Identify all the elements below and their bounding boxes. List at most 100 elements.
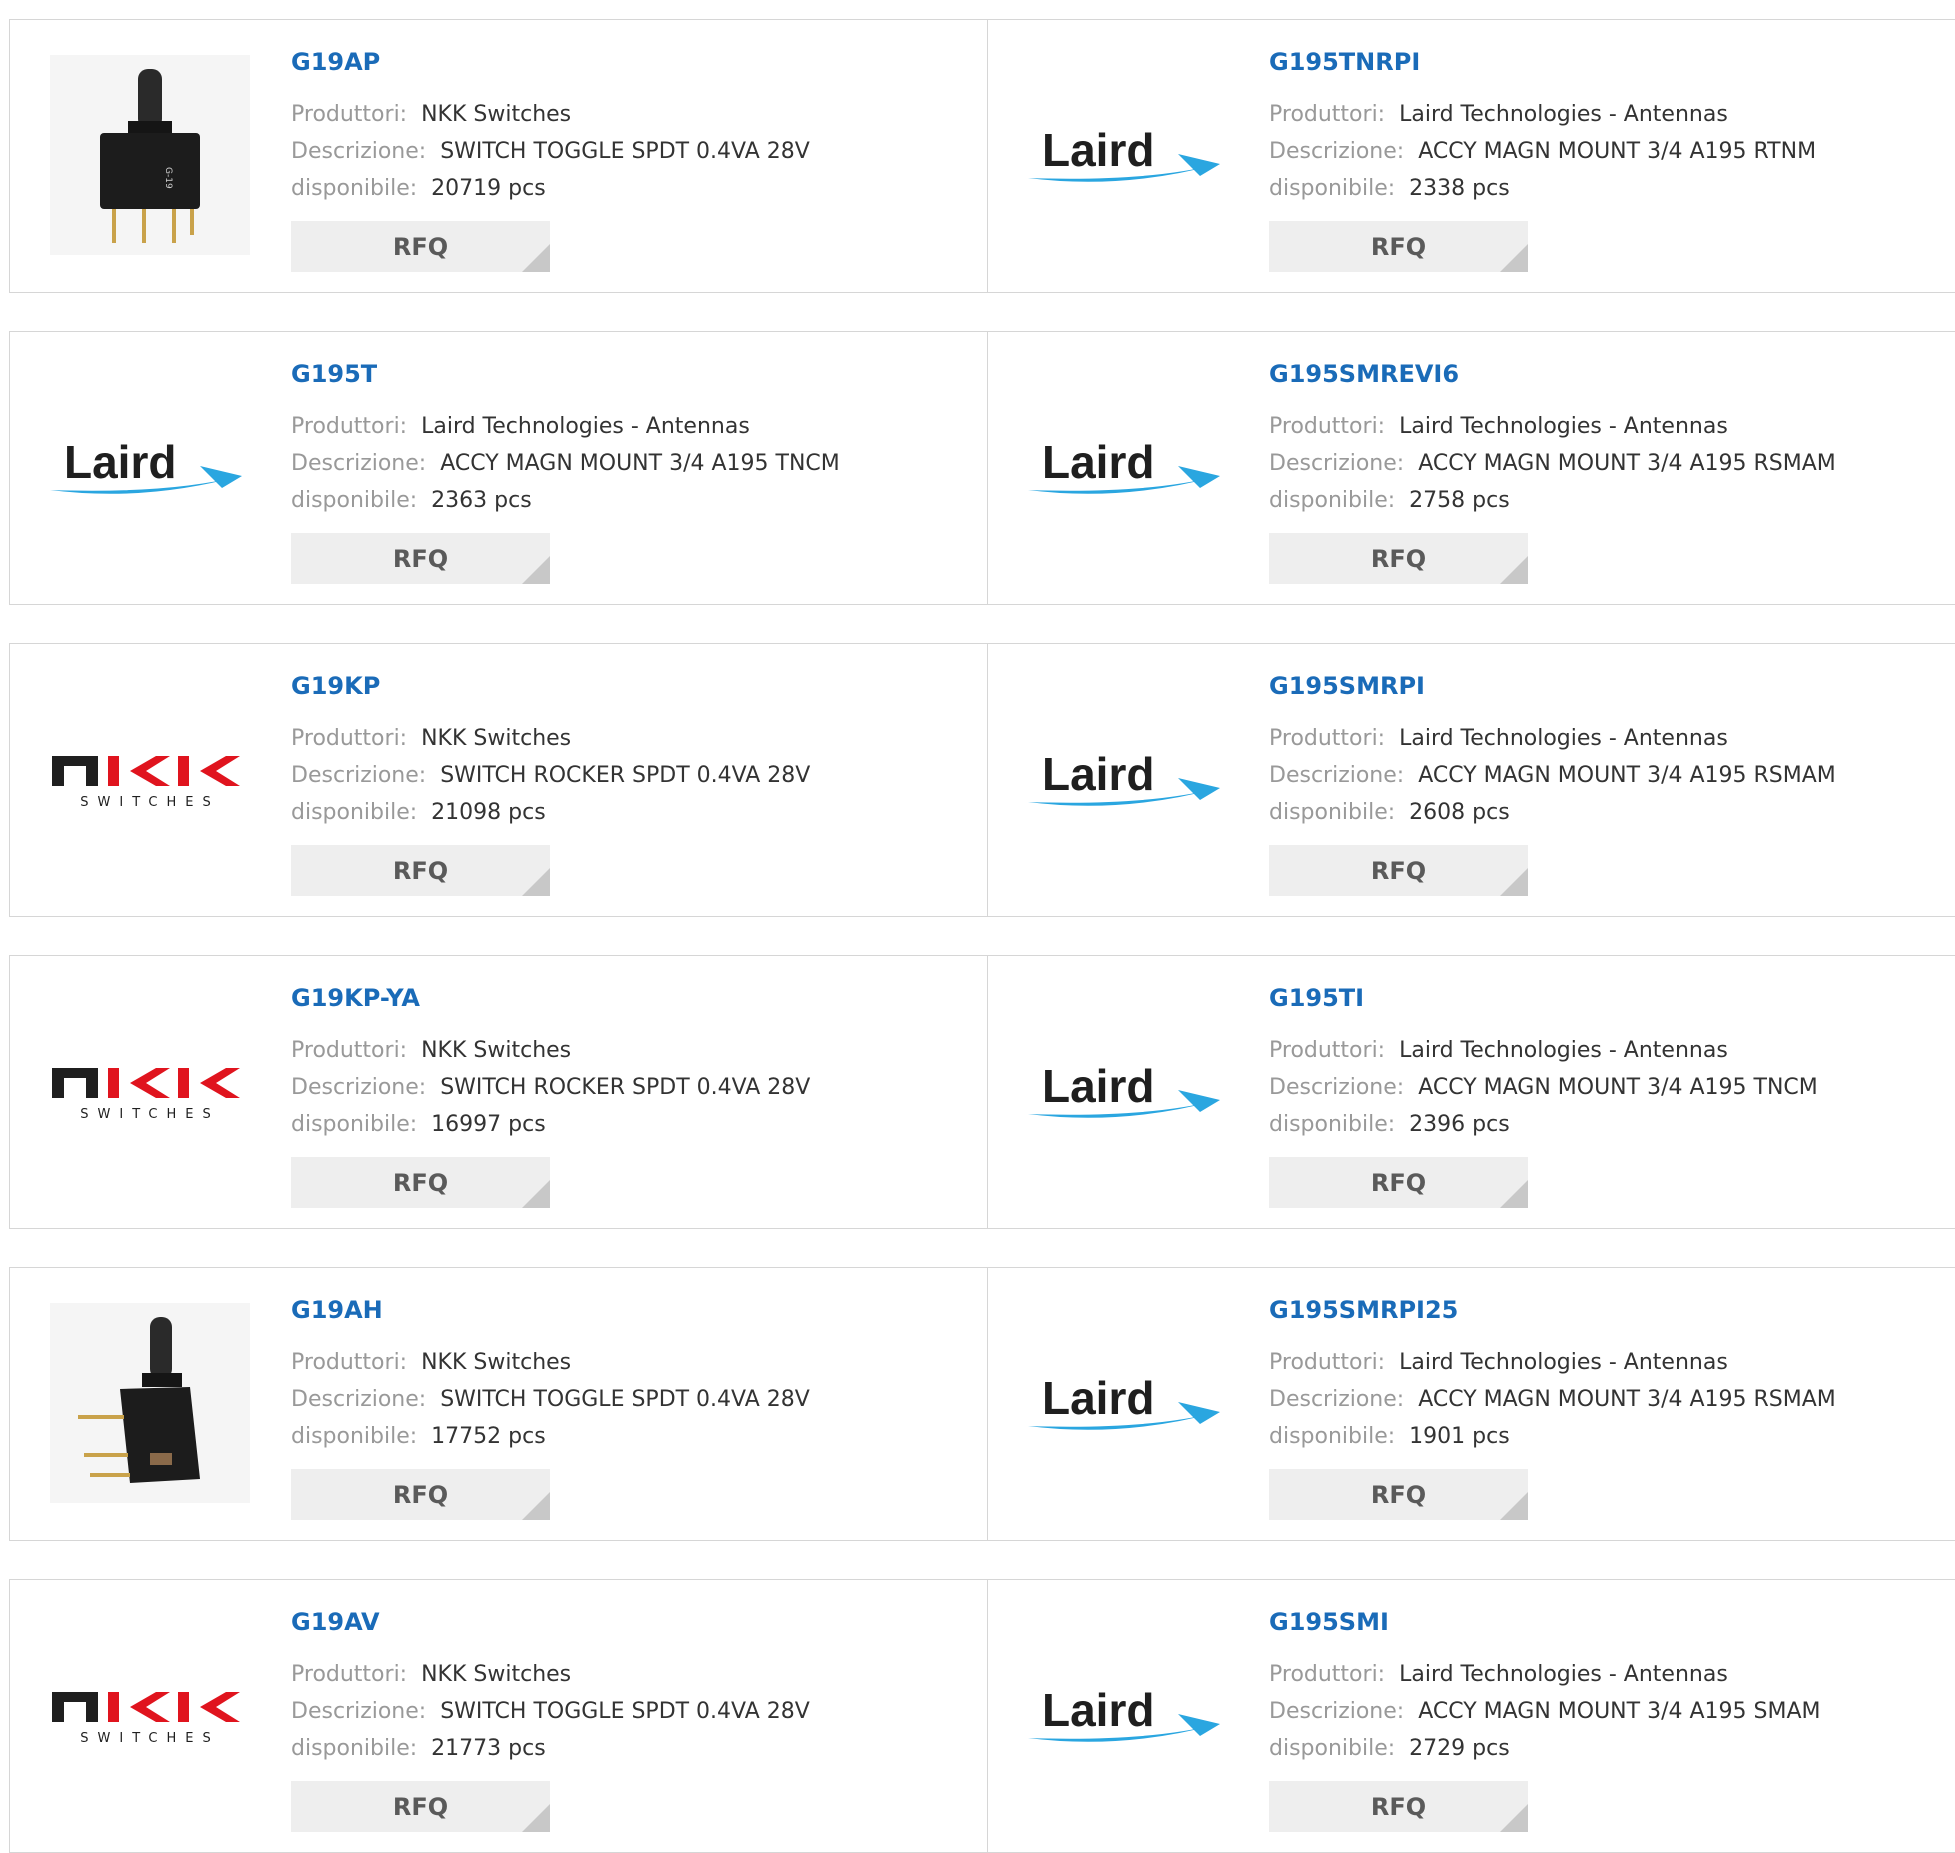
availability-line: disponibile: 2338 pcs: [1269, 176, 1510, 201]
rfq-button[interactable]: RFQ: [291, 533, 550, 584]
rfq-button[interactable]: RFQ: [291, 1469, 550, 1520]
availability-line: disponibile: 17752 pcs: [291, 1424, 546, 1449]
stock-value: 2363 pcs: [431, 488, 532, 513]
rfq-button[interactable]: RFQ: [1269, 1781, 1528, 1832]
corner-decoration-icon: [522, 1492, 550, 1520]
rfq-button[interactable]: RFQ: [1269, 1469, 1528, 1520]
manufacturer-value: Laird Technologies - Antennas: [1399, 414, 1728, 439]
product-card: G-19 G19AP Produttori: NKK Switches Descr…: [10, 20, 988, 292]
part-number-link[interactable]: G195T: [291, 360, 377, 388]
product-row: SWITCHES G19KP Produttori: NKK Switches D…: [9, 643, 1955, 917]
description-label: Descrizione:: [291, 451, 427, 476]
product-thumbnail[interactable]: Laird: [1028, 55, 1228, 255]
stock-value: 2608 pcs: [1409, 800, 1510, 825]
description-line: Descrizione: ACCY MAGN MOUNT 3/4 A195 RSM…: [1269, 1387, 1836, 1412]
part-number-link[interactable]: G195TNRPI: [1269, 48, 1420, 76]
part-number-link[interactable]: G19KP-YA: [291, 984, 420, 1012]
availability-label: disponibile:: [1269, 1736, 1396, 1761]
product-card: SWITCHES G19KP-YA Produttori: NKK Switche…: [10, 956, 988, 1228]
rfq-button[interactable]: RFQ: [291, 221, 550, 272]
manufacturer-line: Produttori: Laird Technologies - Antennas: [1269, 414, 1728, 439]
rfq-button[interactable]: RFQ: [1269, 1157, 1528, 1208]
manufacturer-label: Produttori:: [1269, 102, 1386, 127]
manufacturer-line: Produttori: NKK Switches: [291, 1038, 571, 1063]
product-thumbnail[interactable]: Laird: [1028, 679, 1228, 879]
description-value: SWITCH TOGGLE SPDT 0.4VA 28V: [440, 1387, 810, 1412]
rfq-button[interactable]: RFQ: [1269, 533, 1528, 584]
description-line: Descrizione: SWITCH TOGGLE SPDT 0.4VA 28V: [291, 1387, 810, 1412]
stock-value: 16997 pcs: [431, 1112, 546, 1137]
manufacturer-line: Produttori: Laird Technologies - Antennas: [291, 414, 750, 439]
description-label: Descrizione:: [291, 763, 427, 788]
availability-label: disponibile:: [291, 176, 418, 201]
availability-label: disponibile:: [1269, 1424, 1396, 1449]
product-row: SWITCHES G19KP-YA Produttori: NKK Switche…: [9, 955, 1955, 1229]
description-line: Descrizione: ACCY MAGN MOUNT 3/4 A195 RSM…: [1269, 763, 1836, 788]
part-number-link[interactable]: G195SMI: [1269, 1608, 1389, 1636]
product-thumbnail[interactable]: Laird: [1028, 367, 1228, 567]
product-thumbnail[interactable]: Laird: [1028, 991, 1228, 1191]
product-card: SWITCHES G19KP Produttori: NKK Switches D…: [10, 644, 988, 916]
part-number-link[interactable]: G19AH: [291, 1296, 383, 1324]
rfq-label: RFQ: [1370, 1480, 1427, 1509]
toggle-switch-side-photo-icon: [50, 1303, 250, 1503]
rfq-label: RFQ: [1370, 544, 1427, 573]
corner-decoration-icon: [1500, 556, 1528, 584]
rfq-label: RFQ: [392, 1480, 449, 1509]
nkk-logo-icon: SWITCHES: [52, 1692, 240, 1746]
rfq-label: RFQ: [392, 1168, 449, 1197]
manufacturer-value: NKK Switches: [421, 1350, 572, 1375]
product-row: G-19 G19AP Produttori: NKK Switches Descr…: [9, 19, 1955, 293]
manufacturer-value: NKK Switches: [421, 1662, 572, 1687]
stock-value: 20719 pcs: [431, 176, 546, 201]
manufacturer-label: Produttori:: [1269, 726, 1386, 751]
rfq-label: RFQ: [392, 856, 449, 885]
product-thumbnail[interactable]: Laird: [1028, 1303, 1228, 1503]
manufacturer-line: Produttori: NKK Switches: [291, 102, 571, 127]
product-thumbnail[interactable]: Laird: [50, 367, 250, 567]
corner-decoration-icon: [1500, 1492, 1528, 1520]
manufacturer-label: Produttori:: [1269, 1350, 1386, 1375]
product-card: Laird G195SMREVI6 Produttori: Laird Techn…: [988, 332, 1955, 604]
rfq-label: RFQ: [1370, 1168, 1427, 1197]
part-number-link[interactable]: G19AP: [291, 48, 380, 76]
nkk-logo-icon: SWITCHES: [52, 756, 240, 810]
part-number-link[interactable]: G195SMRPI25: [1269, 1296, 1458, 1324]
product-thumbnail[interactable]: G-19: [50, 55, 250, 255]
rfq-button[interactable]: RFQ: [291, 1157, 550, 1208]
rfq-label: RFQ: [1370, 856, 1427, 885]
product-thumbnail[interactable]: Laird: [1028, 1615, 1228, 1815]
description-line: Descrizione: SWITCH ROCKER SPDT 0.4VA 28V: [291, 1075, 810, 1100]
svg-text:Laird: Laird: [1042, 436, 1154, 488]
description-label: Descrizione:: [291, 1387, 427, 1412]
manufacturer-label: Produttori:: [1269, 1038, 1386, 1063]
product-thumbnail[interactable]: SWITCHES: [50, 991, 250, 1191]
product-thumbnail[interactable]: SWITCHES: [50, 679, 250, 879]
svg-text:Laird: Laird: [1042, 1372, 1154, 1424]
availability-label: disponibile:: [291, 488, 418, 513]
corner-decoration-icon: [1500, 244, 1528, 272]
product-card: Laird G195T Produttori: Laird Technologie…: [10, 332, 988, 604]
description-value: SWITCH TOGGLE SPDT 0.4VA 28V: [440, 139, 810, 164]
description-label: Descrizione:: [1269, 763, 1405, 788]
product-card: G19AH Produttori: NKK Switches Descrizion…: [10, 1268, 988, 1540]
rfq-button[interactable]: RFQ: [1269, 221, 1528, 272]
svg-text:Laird: Laird: [1042, 1060, 1154, 1112]
product-thumbnail[interactable]: SWITCHES: [50, 1615, 250, 1815]
part-number-link[interactable]: G19AV: [291, 1608, 380, 1636]
part-number-link[interactable]: G195SMRPI: [1269, 672, 1425, 700]
part-number-link[interactable]: G195TI: [1269, 984, 1364, 1012]
description-value: SWITCH ROCKER SPDT 0.4VA 28V: [440, 1075, 811, 1100]
availability-line: disponibile: 21773 pcs: [291, 1736, 546, 1761]
availability-label: disponibile:: [1269, 176, 1396, 201]
part-number-link[interactable]: G195SMREVI6: [1269, 360, 1459, 388]
product-thumbnail[interactable]: [50, 1303, 250, 1503]
rfq-button[interactable]: RFQ: [291, 1781, 550, 1832]
manufacturer-label: Produttori:: [291, 1038, 408, 1063]
manufacturer-line: Produttori: Laird Technologies - Antennas: [1269, 1350, 1728, 1375]
rfq-button[interactable]: RFQ: [1269, 845, 1528, 896]
nkk-logo-icon: SWITCHES: [52, 1068, 240, 1122]
description-line: Descrizione: ACCY MAGN MOUNT 3/4 A195 SMA…: [1269, 1699, 1820, 1724]
rfq-button[interactable]: RFQ: [291, 845, 550, 896]
part-number-link[interactable]: G19KP: [291, 672, 380, 700]
